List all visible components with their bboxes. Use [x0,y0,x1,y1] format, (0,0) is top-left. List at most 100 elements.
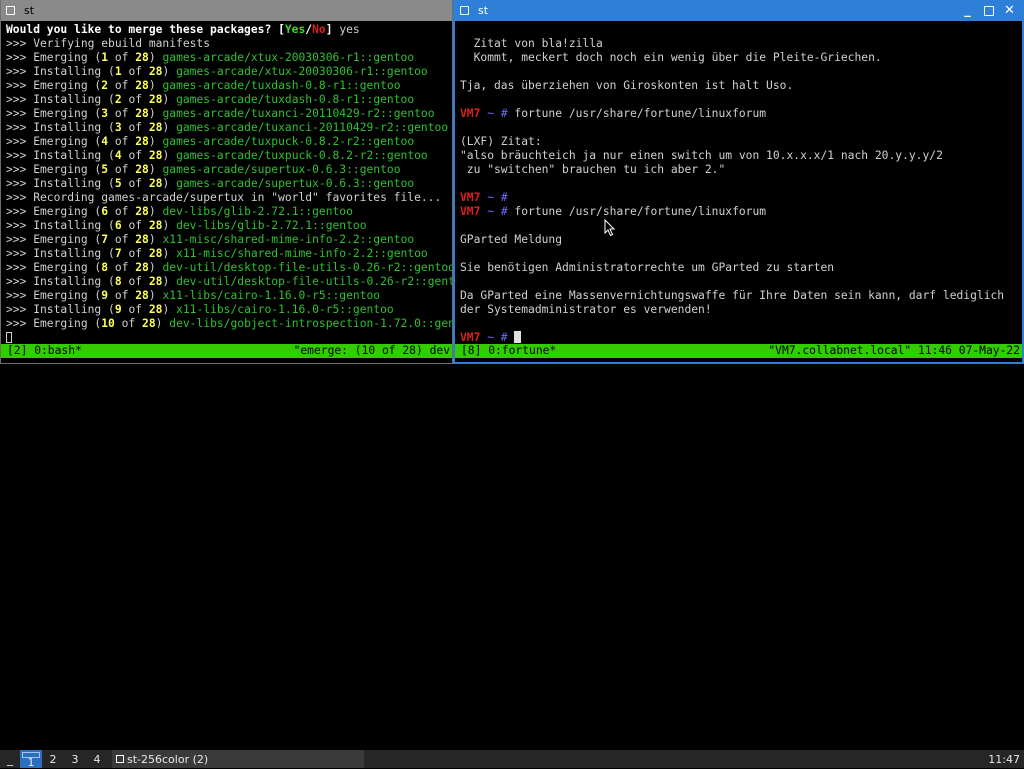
prompt-symbol: ~ # [480,331,515,344]
terminal-text: >>> Emerging ( [6,205,102,218]
terminal-text: games-arcade/supertux-0.6.3::gentoo [162,163,401,176]
terminal-text: der Systemadministrator es verwenden! [460,303,712,316]
terminal-text: 28 [142,317,156,330]
terminal-text: of [108,261,136,274]
right-terminal-output[interactable]: Zitat von bla!zilla Kommt, meckert doch … [455,21,1022,345]
maximize-icon [983,5,994,16]
workspace-1-button[interactable]: 1 [20,750,42,769]
terminal-text: ) [162,219,177,232]
terminal-line [6,331,452,345]
terminal-text: 28 [148,275,163,288]
terminal-text: of [108,135,136,148]
terminal-text: >>> Installing ( [6,275,115,288]
window-icon [460,6,469,15]
terminal-text: >>> Emerging ( [6,163,102,176]
terminal-text: games-arcade/tuxpuck-0.8.2-r2::gentoo [162,135,415,148]
terminal-text: of [121,121,149,134]
left-terminal-window[interactable]: st Would you like to merge these package… [0,0,453,364]
taskbar-task-button[interactable]: st-256color (2) [112,750,364,768]
terminal-text: Zitat von bla!zilla [460,37,603,50]
terminal-text: >>> Emerging ( [6,261,102,274]
terminal-text: dev-libs/glib-2.72.1::gentoo [176,219,367,232]
terminal-text: # [500,107,515,120]
terminal-line: Sie benötigen Administratorrechte um GPa… [460,261,1022,275]
left-window-titlebar[interactable]: st [1,0,452,21]
terminal-text: 5 [114,177,122,190]
terminal-text: of [108,79,136,92]
terminal-text: 28 [135,289,149,302]
terminal-text: games-arcade/supertux-0.6.3::gentoo [176,177,415,190]
text-cursor [514,331,522,343]
terminal-text: x11-misc/shared-mime-info-2.2::gentoo [162,233,415,246]
workspace-3-button[interactable]: 3 [64,750,86,768]
right-window-titlebar[interactable]: st _ ✕ [455,0,1022,21]
terminal-text: dev-libs/gobject-introspection-1.72.0::g… [169,317,453,330]
terminal-text: GParted Meldung [460,233,563,246]
terminal-text: Tja, das überziehen von Giroskonten ist … [460,79,794,92]
right-terminal-window[interactable]: st _ ✕ Zitat von bla!zilla Kommt, mecker… [453,0,1024,364]
terminal-text: games-arcade/tuxdash-0.8-r1::gentoo [162,79,401,92]
left-terminal-output[interactable]: Would you like to merge these packages? … [1,21,452,345]
terminal-text: >>> Installing ( [6,247,115,260]
terminal-text: ) [162,275,177,288]
terminal-text: >>> Emerging ( [6,79,102,92]
terminal-text: of [108,289,136,302]
maximize-button[interactable] [978,0,999,21]
terminal-text: ~ [480,191,501,204]
terminal-text: 28 [135,107,149,120]
terminal-line: >>> Installing (8 of 28) dev-util/deskto… [6,275,452,289]
workspace-2-button[interactable]: 2 [42,750,64,768]
terminal-text: 3 [114,121,122,134]
workspace-4-button[interactable]: 4 [86,750,108,768]
taskbar: _ 1 2 3 4 st-256color (2) 11:47 [0,750,1024,769]
terminal-text: 6 [101,205,109,218]
terminal-line: >>> Installing (4 of 28) games-arcade/tu… [6,149,452,163]
terminal-text: # [500,191,508,204]
terminal-text: of [108,107,136,120]
terminal-text: 3 [101,107,109,120]
terminal-line: >>> Installing (7 of 28) x11-misc/shared… [6,247,452,261]
terminal-line: >>> Installing (5 of 28) games-arcade/su… [6,177,452,191]
terminal-text: ) [162,121,177,134]
terminal-text: 28 [135,79,149,92]
terminal-text: VM7 [460,107,481,120]
minimize-button[interactable]: _ [957,0,978,21]
terminal-line: Da GParted eine Massenvernichtungswaffe … [460,289,1022,303]
prompt-host: VM7 [460,331,481,344]
terminal-text: ) [162,303,177,316]
terminal-line: VM7 ~ # fortune /usr/share/fortune/linux… [460,205,1022,219]
terminal-line: >>> Recording games-arcade/supertux in "… [6,191,452,205]
close-button[interactable]: ✕ [999,0,1020,21]
terminal-text: 6 [114,219,122,232]
terminal-line: >>> Emerging (2 of 28) games-arcade/tuxd… [6,79,452,93]
terminal-line: GParted Meldung [460,233,1022,247]
terminal-text: ) [148,51,163,64]
terminal-text: 9 [114,303,122,316]
terminal-text: 28 [148,149,163,162]
terminal-prompt-line[interactable]: VM7 ~ # [460,331,1022,345]
terminal-text: 2 [101,79,109,92]
text-cursor [6,332,12,343]
terminal-text: ~ [480,107,501,120]
terminal-text: 10 [101,317,115,330]
terminal-line: VM7 ~ # [460,191,1022,205]
terminal-text: games-arcade/tuxpuck-0.8.2-r2::gentoo [176,149,428,162]
terminal-text: >>> Installing ( [6,93,115,106]
terminal-text: ) [162,65,177,78]
terminal-text: games-arcade/xtux-20030306-r1::gentoo [176,65,428,78]
terminal-line: >>> Emerging (5 of 28) games-arcade/supe… [6,163,452,177]
terminal-line: >>> Emerging (9 of 28) x11-libs/cairo-1.… [6,289,452,303]
terminal-text: No [312,23,326,36]
right-status-title: "VM7.collabnet.local" 11:46 07-May-22 [768,344,1020,357]
terminal-line: Tja, das überziehen von Giroskonten ist … [460,79,1022,93]
terminal-text: of [121,219,149,232]
terminal-text: Yes [284,23,306,36]
terminal-text: Kommt, meckert doch noch ein wenig über … [460,51,882,64]
workspace-label: 4 [93,752,101,766]
terminal-text: ) [148,79,163,92]
taskbar-menu-button[interactable]: _ [0,752,20,766]
